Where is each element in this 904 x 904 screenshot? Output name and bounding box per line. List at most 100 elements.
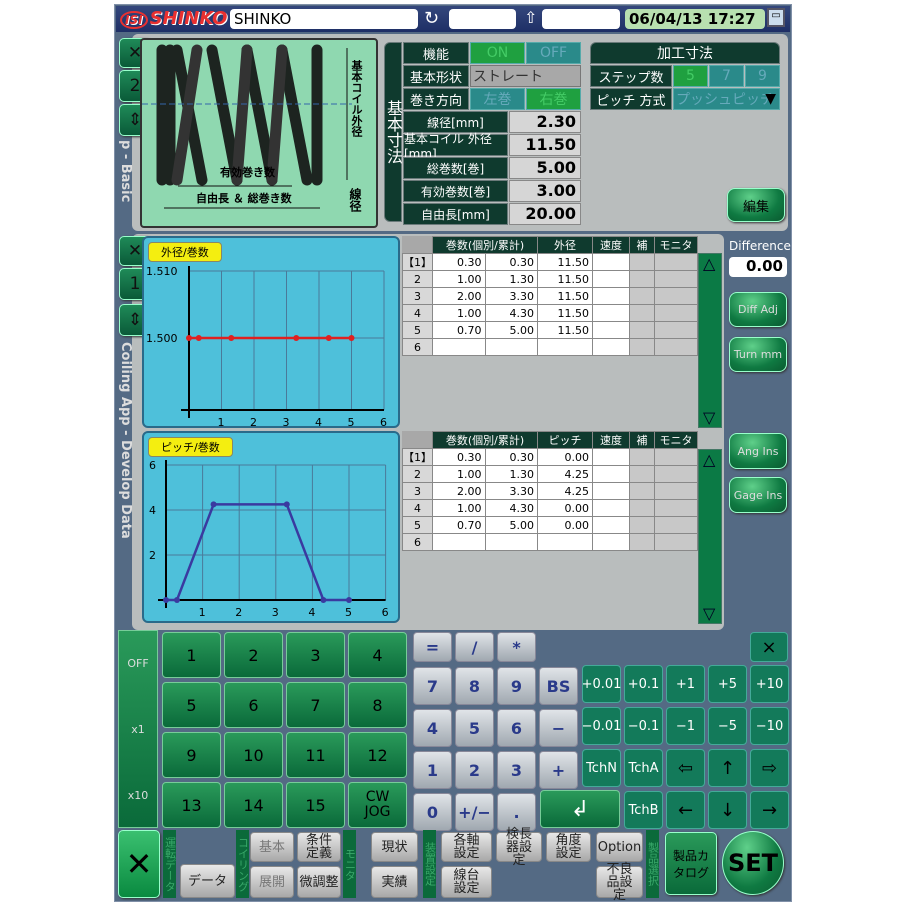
cell[interactable]: 0.00 <box>537 448 593 466</box>
measure-settings-button[interactable]: 検長器設定 <box>496 828 542 867</box>
calc-key[interactable]: 6 <box>497 709 536 747</box>
cell[interactable]: 4.25 <box>537 465 593 483</box>
number-key[interactable]: 11 <box>286 732 345 778</box>
calc-key[interactable]: BS <box>539 667 578 705</box>
dimension-value[interactable]: 2.30 <box>509 111 581 133</box>
cell[interactable]: 4.30 <box>484 499 538 517</box>
correction-cell[interactable] <box>629 482 655 500</box>
field-3[interactable] <box>542 9 620 29</box>
operation-key[interactable]: +5 <box>708 665 747 703</box>
dimension-value[interactable]: 11.50 <box>509 134 581 156</box>
cell[interactable]: 1.30 <box>484 270 538 288</box>
cell[interactable]: 0.30 <box>432 448 486 466</box>
correction-cell[interactable] <box>629 516 655 534</box>
close-button[interactable]: ✕ <box>118 830 160 898</box>
operation-key[interactable]: TchB <box>624 791 663 829</box>
monitor-cell[interactable] <box>654 516 698 534</box>
multiplier-x10[interactable]: x10 <box>118 764 158 826</box>
number-key[interactable]: 7 <box>286 682 345 728</box>
cell[interactable]: 11.50 <box>537 304 593 322</box>
scroll-down-icon[interactable]: ▽ <box>703 604 715 623</box>
speed-cell[interactable] <box>592 499 630 517</box>
operation-key[interactable]: ⇦ <box>666 749 705 787</box>
number-key[interactable]: 14 <box>224 782 283 828</box>
fine-adjust-button[interactable]: 微調整 <box>297 866 341 898</box>
correction-cell[interactable] <box>629 448 655 466</box>
table-row[interactable]: 5 0.70 5.00 0.00 <box>402 516 698 534</box>
gage-ins-button[interactable]: Gage Ins <box>729 477 787 513</box>
name-field[interactable]: SHINKO <box>230 9 418 29</box>
turn-mm-button[interactable]: Turn mm <box>729 337 787 372</box>
calc-key[interactable]: 5 <box>455 709 494 747</box>
steps-9[interactable]: 9 <box>745 65 780 87</box>
basic-button[interactable]: 基本 <box>250 832 294 862</box>
number-key[interactable]: 15 <box>286 782 345 828</box>
correction-cell[interactable] <box>629 270 655 288</box>
calc-key[interactable]: + <box>539 751 578 789</box>
condition-button[interactable]: 条件定義 <box>297 832 341 862</box>
correction-cell[interactable] <box>629 321 655 339</box>
multiplier-OFF[interactable]: OFF <box>118 632 158 694</box>
monitor-cell[interactable] <box>654 533 698 551</box>
calc-key[interactable]: 0 <box>413 793 452 831</box>
cell[interactable]: 3.30 <box>484 287 538 305</box>
function-off[interactable]: OFF <box>526 42 581 64</box>
number-key[interactable]: 2 <box>224 632 283 678</box>
monitor-cell[interactable] <box>654 304 698 322</box>
operation-key[interactable]: −0.01 <box>582 707 621 745</box>
monitor-cell[interactable] <box>654 321 698 339</box>
cell[interactable] <box>484 533 538 551</box>
table-row[interactable]: 6 <box>402 338 698 356</box>
cell[interactable]: 4.30 <box>484 304 538 322</box>
close-keypad-button[interactable]: × <box>750 632 788 662</box>
multiplier-x1[interactable]: x1 <box>118 698 158 760</box>
number-key[interactable]: 6 <box>224 682 283 728</box>
data-button[interactable]: データ <box>180 864 235 898</box>
table-row[interactable]: 2 1.00 1.30 4.25 <box>402 465 698 483</box>
defect-settings-button[interactable]: 不良品設定 <box>596 863 643 902</box>
cell[interactable]: 2.00 <box>432 287 486 305</box>
cell[interactable]: 0.70 <box>432 516 486 534</box>
table-row[interactable]: 3 2.00 3.30 4.25 <box>402 482 698 500</box>
scroll-up-icon[interactable]: △ <box>703 254 715 273</box>
operation-key[interactable]: TchN <box>582 749 621 787</box>
table-row[interactable]: 5 0.70 5.00 11.50 <box>402 321 698 339</box>
results-button[interactable]: 実績 <box>371 866 418 898</box>
cell[interactable]: 1.00 <box>432 304 486 322</box>
cell[interactable]: 1.30 <box>484 465 538 483</box>
table-row[interactable]: 4 1.00 4.30 0.00 <box>402 499 698 517</box>
cell[interactable]: 0.30 <box>432 253 486 271</box>
operation-key[interactable]: −10 <box>750 707 789 745</box>
number-key[interactable]: 3 <box>286 632 345 678</box>
correction-cell[interactable] <box>629 533 655 551</box>
operation-key[interactable]: ↑ <box>708 749 747 787</box>
correction-cell[interactable] <box>629 338 655 356</box>
function-on[interactable]: ON <box>470 42 525 64</box>
cell[interactable]: 5.00 <box>484 321 538 339</box>
monitor-cell[interactable] <box>654 270 698 288</box>
calc-key[interactable]: . <box>497 793 536 831</box>
cell[interactable]: 0.30 <box>484 448 538 466</box>
cell[interactable] <box>432 533 486 551</box>
number-key[interactable]: 10 <box>224 732 283 778</box>
cell[interactable]: 1.00 <box>432 465 486 483</box>
operation-key[interactable]: TchA <box>624 749 663 787</box>
speed-cell[interactable] <box>592 516 630 534</box>
dimension-value[interactable]: 3.00 <box>509 180 581 202</box>
direction-right[interactable]: 右巻 <box>526 88 581 110</box>
calc-key[interactable]: * <box>497 632 536 662</box>
speed-cell[interactable] <box>592 465 630 483</box>
calc-key[interactable]: +/− <box>455 793 494 831</box>
table-row[interactable]: 3 2.00 3.30 11.50 <box>402 287 698 305</box>
operation-key[interactable]: −5 <box>708 707 747 745</box>
product-catalog-button[interactable]: 製品カタログ <box>665 832 717 895</box>
operation-key[interactable]: +1 <box>666 665 705 703</box>
monitor-cell[interactable] <box>654 448 698 466</box>
table-row[interactable]: 【1】 0.30 0.30 0.00 <box>402 448 698 466</box>
cell[interactable]: 11.50 <box>537 287 593 305</box>
number-key[interactable]: 8 <box>348 682 407 728</box>
dimension-value[interactable]: 5.00 <box>509 157 581 179</box>
monitor-cell[interactable] <box>654 465 698 483</box>
cell[interactable]: 0.30 <box>484 253 538 271</box>
table-row[interactable]: 6 <box>402 533 698 551</box>
